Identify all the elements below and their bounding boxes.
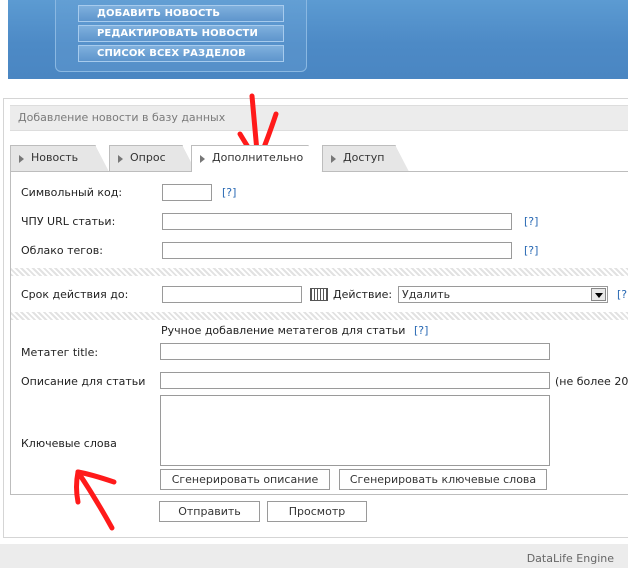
- symbolic-code-help[interactable]: [?]: [222, 186, 236, 199]
- footer-brand: DataLife Engine: [526, 552, 614, 565]
- meta-help[interactable]: [?]: [414, 324, 428, 337]
- tab-label: Новость: [31, 151, 79, 164]
- meta-title-input[interactable]: [160, 343, 550, 360]
- action-select[interactable]: Удалить: [398, 286, 608, 303]
- menu-edit-news[interactable]: РЕДАКТИРОВАТЬ НОВОСТИ: [78, 25, 284, 42]
- tab-additional[interactable]: Дополнительно: [191, 145, 322, 172]
- generate-keywords-button[interactable]: Сгенерировать ключевые слова: [339, 469, 547, 490]
- meta-heading: Ручное добавление метатегов для статьи: [161, 324, 406, 337]
- description-input[interactable]: [160, 372, 550, 389]
- action-label: Действие:: [333, 288, 393, 301]
- keywords-textarea[interactable]: [160, 395, 550, 466]
- calendar-icon[interactable]: [310, 288, 328, 301]
- generate-description-button[interactable]: Сгенерировать описание: [160, 469, 330, 490]
- url-input[interactable]: [162, 213, 512, 230]
- tags-input[interactable]: [162, 242, 512, 259]
- chevron-down-icon: [591, 288, 606, 301]
- panel-title: Добавление новости в базу данных: [10, 105, 628, 131]
- menu-all-sections[interactable]: СПИСОК ВСЕХ РАЗДЕЛОВ: [78, 45, 284, 62]
- tab-bar: Новость Опрос Дополнительно Доступ: [10, 145, 628, 172]
- tab-corner: [395, 145, 409, 172]
- url-label: ЧПУ URL статьи:: [21, 215, 116, 228]
- preview-button[interactable]: Просмотр: [267, 501, 367, 522]
- tab-label: Дополнительно: [212, 151, 304, 164]
- submit-button[interactable]: Отправить: [159, 501, 260, 522]
- description-note: (не более 20: [555, 375, 628, 388]
- tab-arrow-icon: [118, 155, 123, 163]
- tab-arrow-icon: [200, 155, 205, 163]
- url-help[interactable]: [?]: [524, 215, 538, 228]
- tags-label: Облако тегов:: [21, 244, 103, 257]
- symbolic-code-input[interactable]: [162, 184, 212, 201]
- tags-help[interactable]: [?]: [524, 244, 538, 257]
- annotation-arrow-up: [74, 469, 117, 531]
- header-banner: ДОБАВИТЬ НОВОСТЬ РЕДАКТИРОВАТЬ НОВОСТИ С…: [8, 0, 628, 79]
- description-label: Описание для статьи: [21, 375, 146, 388]
- tab-label: Доступ: [343, 151, 385, 164]
- tab-content: Символьный код: [?] ЧПУ URL статьи: [?] …: [10, 171, 628, 495]
- tab-corner: [308, 145, 322, 172]
- meta-title-label: Метатег title:: [21, 346, 99, 359]
- tab-corner: [95, 145, 109, 172]
- symbolic-code-label: Символьный код:: [21, 186, 123, 199]
- admin-menu: ДОБАВИТЬ НОВОСТЬ РЕДАКТИРОВАТЬ НОВОСТИ С…: [55, 0, 307, 72]
- section-divider: [11, 268, 628, 276]
- menu-add-news[interactable]: ДОБАВИТЬ НОВОСТЬ: [78, 5, 284, 22]
- header: ДОБАВИТЬ НОВОСТЬ РЕДАКТИРОВАТЬ НОВОСТИ С…: [0, 0, 628, 84]
- action-help[interactable]: [?]: [617, 288, 628, 301]
- expiry-label: Срок действия до:: [21, 288, 129, 301]
- tab-arrow-icon: [19, 155, 24, 163]
- tab-news[interactable]: Новость: [10, 145, 109, 172]
- tab-access[interactable]: Доступ: [322, 145, 409, 172]
- tab-label: Опрос: [130, 151, 166, 164]
- expiry-date-input[interactable]: [162, 286, 302, 303]
- footer: DataLife Engine: [0, 544, 628, 568]
- section-divider: [11, 312, 628, 320]
- tab-arrow-icon: [331, 155, 336, 163]
- tab-poll[interactable]: Опрос: [109, 145, 196, 172]
- action-select-value: Удалить: [402, 288, 451, 301]
- keywords-label: Ключевые слова: [21, 437, 117, 450]
